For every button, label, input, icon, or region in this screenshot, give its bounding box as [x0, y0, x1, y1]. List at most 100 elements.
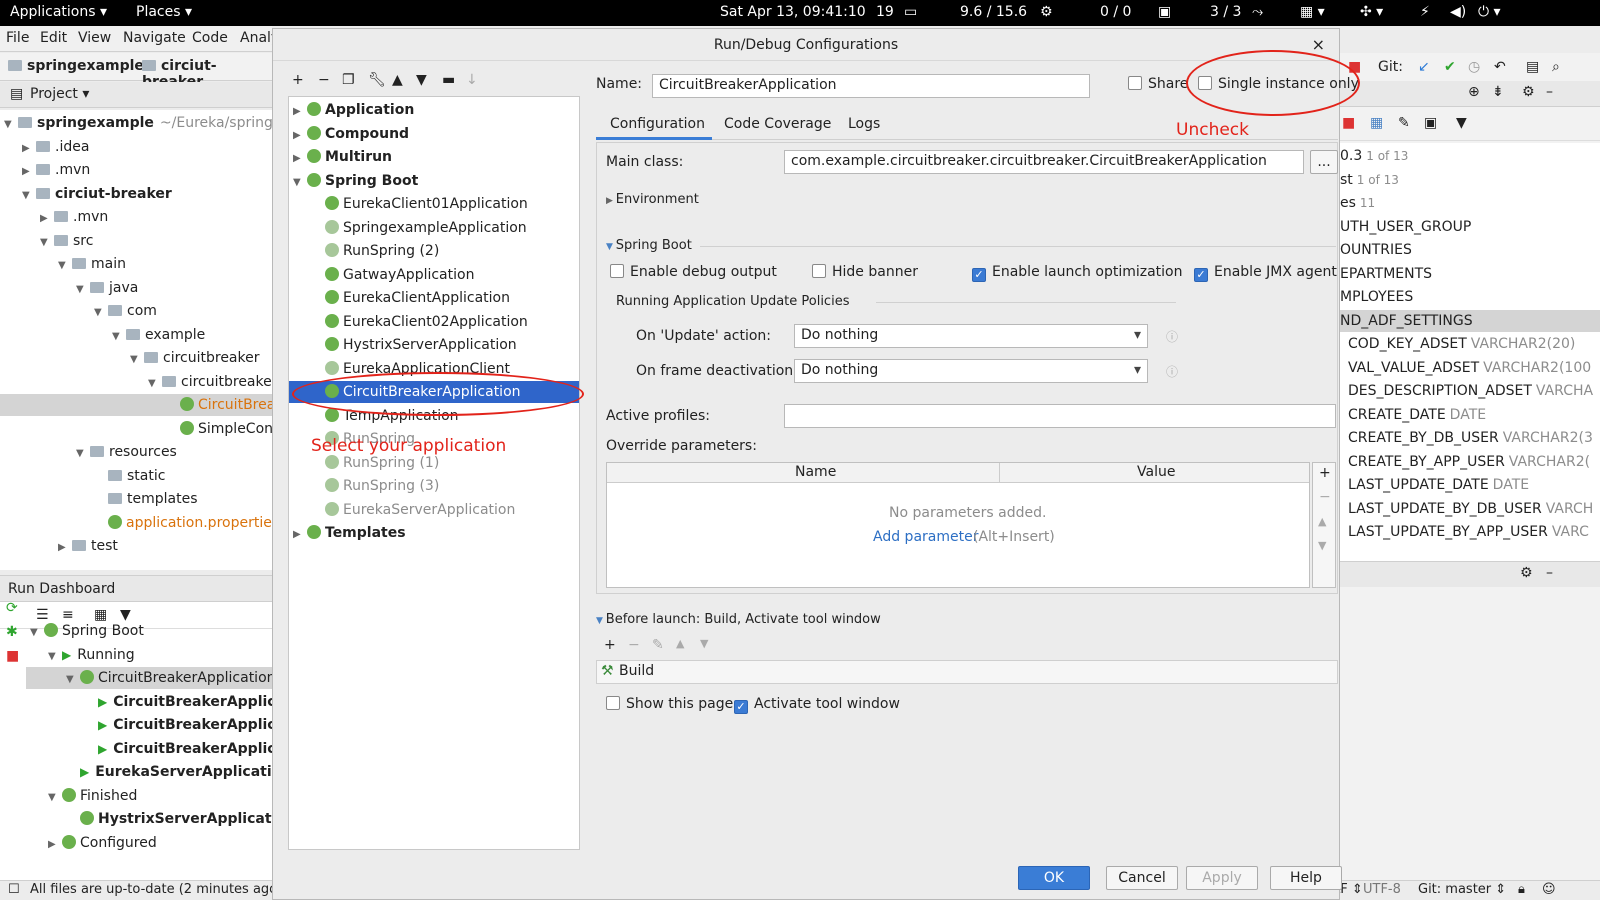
project-tree-item[interactable]: ▼ circiut-breaker [22, 183, 172, 205]
project-tree-item[interactable]: templates [94, 488, 198, 510]
db-tree-item[interactable]: es 11 [1340, 192, 1600, 214]
project-tree-item[interactable]: ▼ main [58, 253, 126, 275]
opt-launch-optimization[interactable]: ✓ Enable launch optimization [972, 264, 1182, 282]
project-tree-item[interactable]: ▼ springexample ~/Eureka/springexar [4, 112, 304, 134]
gear-icon[interactable]: ⚙ [1522, 84, 1535, 100]
expand-arrow-icon[interactable]: ▶ [293, 125, 307, 147]
config-tree-item[interactable]: RunSpring (3) [325, 475, 439, 497]
environment-section[interactable]: ▶ Environment [606, 192, 699, 207]
menu-code[interactable]: Code [192, 30, 228, 46]
name-input[interactable]: CircuitBreakerApplication [652, 74, 1090, 98]
remove-icon[interactable]: − [318, 72, 330, 88]
commit-icon[interactable]: ✔ [1444, 59, 1456, 75]
project-tree-item[interactable]: SimpleCon [166, 418, 273, 440]
power-icon[interactable]: ⏻ ▾ [1478, 4, 1501, 20]
minimize-icon[interactable]: – [1546, 84, 1553, 100]
opt-hide-banner[interactable]: Hide banner [812, 264, 918, 280]
tab-code-coverage[interactable]: Code Coverage [724, 116, 831, 132]
applications-menu[interactable]: Applications ▾ [10, 4, 107, 20]
expand-arrow-icon[interactable]: ▶ [48, 834, 62, 856]
stop-icon[interactable]: ■ [6, 648, 19, 664]
dashboard-item[interactable]: ▶ Configured [48, 832, 157, 854]
sort-icon[interactable]: ↓ [466, 72, 478, 88]
move-down-icon[interactable]: ▼ [1318, 539, 1326, 552]
db-tree-item[interactable]: MPLOYEES [1340, 286, 1600, 308]
params-table[interactable]: Name Value No parameters added. Add para… [606, 462, 1310, 588]
dashboard-item[interactable]: ▼ CircuitBreakerApplication [26, 667, 276, 691]
menu-view[interactable]: View [78, 30, 111, 46]
activate-tool-window-checkbox[interactable]: ✓ Activate tool window [734, 696, 900, 714]
docker-icon[interactable]: ▦ ▾ [1300, 4, 1325, 20]
expand-arrow-icon[interactable]: ▼ [40, 232, 54, 254]
expand-arrow-icon[interactable]: ▼ [112, 326, 126, 348]
places-menu[interactable]: Places ▾ [136, 4, 192, 20]
project-tree-item[interactable]: static [94, 465, 165, 487]
db-tree-item[interactable]: CREATE_BY_APP_USER VARCHAR2( [1340, 451, 1600, 473]
expand-arrow-icon[interactable]: ▼ [66, 669, 80, 691]
project-tree-item[interactable]: ▶ .mvn [40, 206, 108, 228]
menu-edit[interactable]: Edit [40, 30, 67, 46]
add-icon[interactable]: + [604, 637, 616, 653]
dashboard-item[interactable]: ▼ Spring Boot [30, 620, 144, 642]
table-icon[interactable]: ▦ [1370, 115, 1383, 131]
clock[interactable]: Sat Apr 13, 09:41:10 [720, 4, 866, 20]
spring-boot-section[interactable]: ▼ Spring Boot [606, 238, 692, 253]
project-tree-item[interactable]: ▶ test [58, 535, 118, 557]
stop-icon[interactable]: ■ [1342, 115, 1355, 131]
expand-arrow-icon[interactable]: ▼ [4, 114, 18, 136]
move-up-icon[interactable]: ▲ [676, 637, 684, 650]
expand-arrow-icon[interactable]: ▼ [76, 279, 90, 301]
expand-arrow-icon[interactable]: ▶ [40, 208, 54, 230]
git-branch[interactable]: Git: master ⇕ [1418, 882, 1506, 897]
expand-arrow-icon[interactable]: ▶ [293, 101, 307, 123]
db-tree-item[interactable]: LAST_UPDATE_BY_APP_USER VARC [1340, 521, 1600, 543]
expand-arrow-icon[interactable]: ▼ [293, 172, 307, 194]
expand-arrow-icon[interactable]: ▶ [58, 537, 72, 559]
project-tree-item[interactable]: ▶ .idea [22, 136, 89, 158]
on-update-select[interactable]: Do nothing [794, 324, 1148, 348]
help-icon[interactable]: ⓘ [1166, 328, 1178, 345]
db-tree-item[interactable]: EPARTMENTS [1340, 263, 1600, 285]
active-profiles-input[interactable] [784, 404, 1336, 428]
on-frame-select[interactable]: Do nothing [794, 359, 1148, 383]
wrench-icon[interactable]: 🔧︎ [368, 72, 386, 88]
revert-icon[interactable]: ↶ [1494, 59, 1506, 75]
move-down-icon[interactable]: ▼ [416, 72, 427, 88]
collapse-icon[interactable]: ⇟ [1492, 84, 1504, 100]
update-icon[interactable]: ↙ [1418, 59, 1430, 75]
db-tree-item[interactable]: CREATE_BY_DB_USER VARCHAR2(3 [1340, 427, 1600, 449]
project-tree-item[interactable]: ▼ circuitbreaker [130, 347, 260, 369]
db-tree-item[interactable]: COD_KEY_ADSET VARCHAR2(20) [1340, 333, 1600, 355]
project-tree-item[interactable]: ▼ circuitbreaker [148, 371, 278, 393]
expand-arrow-icon[interactable]: ▼ [148, 373, 162, 395]
add-icon[interactable]: + [292, 72, 304, 88]
structure-icon[interactable]: ▤ [1526, 59, 1539, 75]
db-tree-item[interactable]: LAST_UPDATE_BY_DB_USER VARCH [1340, 498, 1600, 520]
project-tree-item[interactable]: ▼ resources [76, 441, 177, 463]
tab-logs[interactable]: Logs [848, 116, 880, 132]
config-tree-item[interactable]: EurekaClient01Application [325, 193, 528, 215]
expand-arrow-icon[interactable]: ▶ [22, 161, 36, 183]
expand-arrow-icon[interactable]: ▶ [293, 524, 307, 546]
config-tree-item[interactable]: ▶ Compound [293, 123, 409, 145]
gear-icon[interactable]: ⚙ [1520, 565, 1533, 581]
remove-icon[interactable]: − [1319, 489, 1331, 505]
dashboard-item[interactable]: HystrixServerApplication [66, 808, 296, 830]
expand-arrow-icon[interactable]: ▼ [30, 622, 44, 644]
rerun-icon[interactable]: ⟳ [6, 600, 18, 616]
dashboard-item[interactable]: ▶ CircuitBreakerApplica [84, 691, 285, 713]
expand-arrow-icon[interactable]: ▶ [293, 148, 307, 170]
project-tree-item[interactable]: ▶ .mvn [22, 159, 90, 181]
dashboard-item[interactable]: ▼ Finished [48, 785, 137, 807]
opt-jmx-agent[interactable]: ✓ Enable JMX agent [1194, 264, 1337, 282]
db-tree-item[interactable]: st 1 of 13 [1340, 169, 1600, 191]
history-icon[interactable]: ◷ [1468, 59, 1480, 75]
edit-icon[interactable]: ✎ [1398, 115, 1410, 131]
add-icon[interactable]: ⊕ [1468, 84, 1480, 100]
folder-icon[interactable]: ▬ [442, 72, 455, 88]
volume-icon[interactable]: ◀) [1450, 4, 1466, 20]
add-parameter-link[interactable]: Add parameter [873, 529, 978, 545]
project-tree-item[interactable]: ▼ java [76, 277, 138, 299]
project-tree-item[interactable]: ▼ src [40, 230, 93, 252]
db-tree-item[interactable]: DES_DESCRIPTION_ADSET VARCHA [1340, 380, 1600, 402]
